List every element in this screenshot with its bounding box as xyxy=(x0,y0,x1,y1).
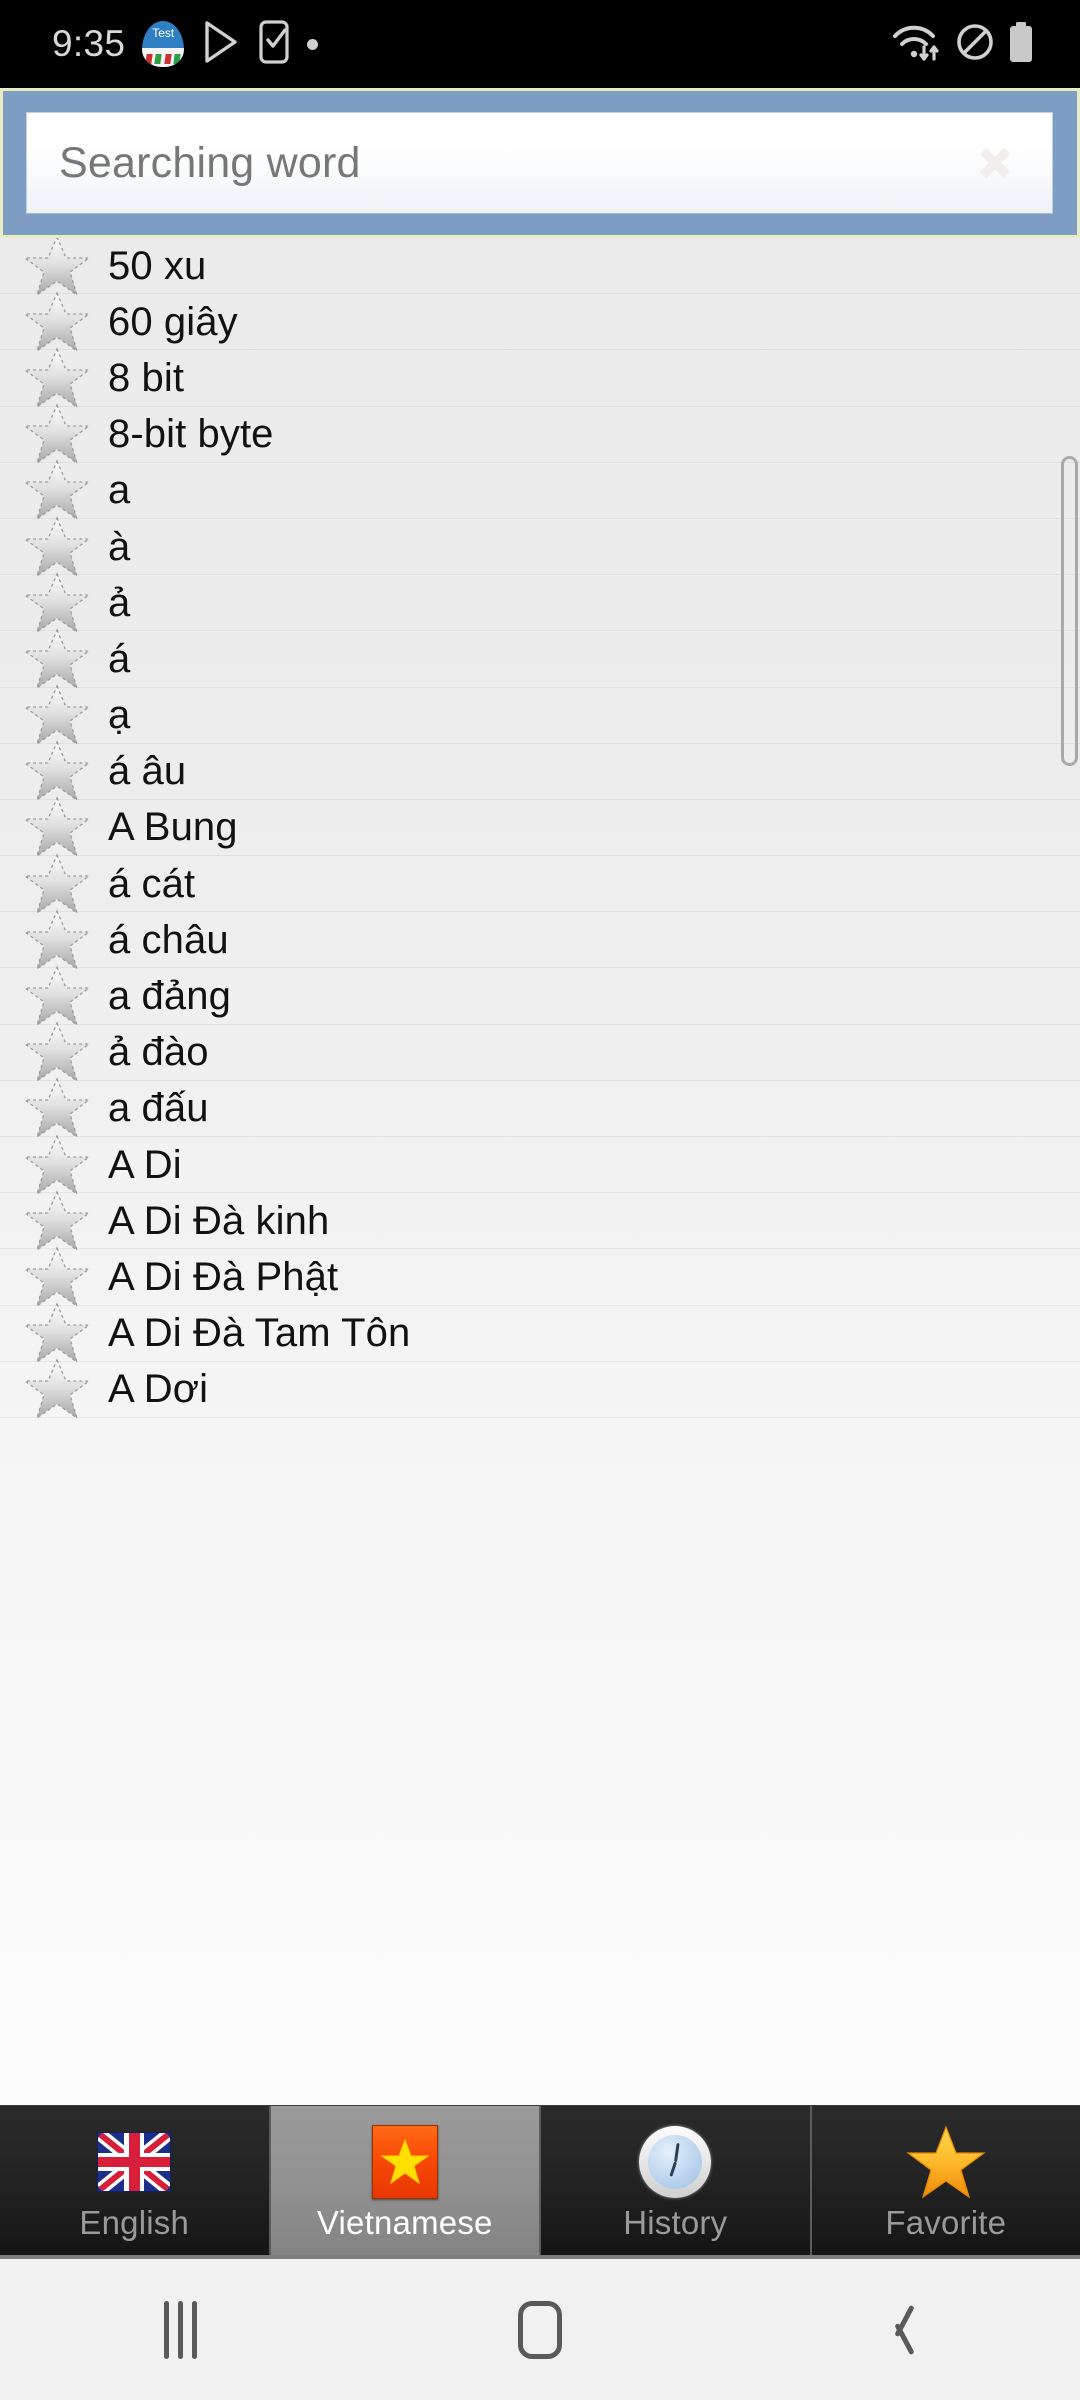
list-item-label: à xyxy=(108,524,131,569)
list-item-label: A Di xyxy=(108,1142,182,1187)
list-item[interactable]: A Dơi xyxy=(0,1358,1080,1420)
bottom-tab-bar: English Vietnamese History Favorite xyxy=(0,2105,1080,2255)
battery-icon xyxy=(1008,21,1034,68)
list-item-label: a xyxy=(108,468,131,513)
tab-favorite-label: Favorite xyxy=(885,2203,1007,2241)
tab-history[interactable]: History xyxy=(541,2106,812,2255)
back-icon[interactable] xyxy=(840,2280,960,2380)
recents-icon[interactable] xyxy=(120,2280,240,2380)
tab-history-label: History xyxy=(623,2203,728,2241)
list-item-label: á âu xyxy=(108,749,187,794)
status-bar-left: 9:35 Test xyxy=(52,19,319,69)
list-item[interactable]: 50 xu xyxy=(0,238,1080,297)
search-header: Searching word xyxy=(0,88,1080,238)
app-egg-icon: Test xyxy=(142,21,185,67)
app-root: 9:35 Test Searching word 50 xu 60 giây 8… xyxy=(0,0,1080,2400)
list-item[interactable]: A Di xyxy=(0,1133,1080,1196)
list-item[interactable]: ả xyxy=(0,572,1080,634)
list-item-label: 60 giây xyxy=(108,299,238,344)
list-item-label: á cát xyxy=(108,861,196,906)
dot-icon xyxy=(307,38,319,50)
wifi-transfer-icon xyxy=(890,21,942,68)
tab-vietnamese-label: Vietnamese xyxy=(316,2203,493,2241)
list-item[interactable]: A Di Đà Phật xyxy=(0,1246,1080,1308)
list-item[interactable]: ạ xyxy=(0,684,1080,746)
list-item[interactable]: a xyxy=(0,459,1080,521)
word-list[interactable]: 50 xu 60 giây 8 bit 8-bit byte a à ả á ạ… xyxy=(0,238,1080,2105)
list-item-label: a đảng xyxy=(108,974,231,1019)
list-item-label: á châu xyxy=(108,917,229,962)
list-item[interactable]: A Bung xyxy=(0,796,1080,859)
list-item-label: A Di Đà Tam Tôn xyxy=(108,1311,411,1356)
star-outline-icon xyxy=(23,1358,91,1420)
list-item-label: A Dơi xyxy=(108,1367,209,1412)
list-item[interactable]: A Di Đà kinh xyxy=(0,1190,1080,1252)
list-item[interactable]: A Di Đà Tam Tôn xyxy=(0,1302,1080,1364)
app-badge-text: Test xyxy=(152,26,175,40)
list-item-label: 8 bit xyxy=(108,355,185,400)
list-item[interactable]: à xyxy=(0,515,1080,578)
list-item-label: A Di Đà Phật xyxy=(108,1254,339,1299)
gold-star-icon xyxy=(905,2124,986,2198)
home-icon[interactable] xyxy=(480,2280,600,2380)
search-placeholder: Searching word xyxy=(59,138,361,187)
system-nav-bar xyxy=(0,2255,1080,2400)
tab-english-label: English xyxy=(79,2203,190,2241)
search-input[interactable]: Searching word xyxy=(26,112,1053,214)
list-item-label: ạ xyxy=(108,693,131,738)
list-item-label: a đấu xyxy=(108,1086,209,1131)
star-outline-icon[interactable] xyxy=(20,1354,94,1424)
list-item[interactable]: 8 bit xyxy=(0,347,1080,409)
list-scrollbar[interactable] xyxy=(1061,456,1078,766)
tab-favorite[interactable]: Favorite xyxy=(811,2106,1080,2255)
list-item[interactable]: 8-bit byte xyxy=(0,403,1080,465)
play-store-icon xyxy=(201,20,241,69)
list-item[interactable]: á châu xyxy=(0,909,1080,971)
list-item-label: ả xyxy=(108,580,131,625)
list-item-label: A Di Đà kinh xyxy=(108,1198,330,1243)
list-item-label: 8-bit byte xyxy=(108,412,274,457)
list-item[interactable]: á cát xyxy=(0,853,1080,915)
list-item[interactable]: á xyxy=(0,628,1080,690)
status-bar-right xyxy=(890,21,1052,68)
tab-english[interactable]: English xyxy=(0,2106,271,2255)
list-item[interactable]: a đảng xyxy=(0,965,1080,1027)
clock-icon xyxy=(639,2125,712,2198)
phone-check-icon xyxy=(258,19,290,69)
vietnam-flag-icon xyxy=(371,2124,438,2199)
tab-vietnamese[interactable]: Vietnamese xyxy=(270,2106,541,2255)
list-item-label: 50 xu xyxy=(108,243,207,288)
list-item[interactable]: ả đào xyxy=(0,1021,1080,1083)
status-bar: 9:35 Test xyxy=(0,0,1080,88)
list-item[interactable]: á âu xyxy=(0,740,1080,802)
list-item[interactable]: 60 giây xyxy=(0,291,1080,353)
do-not-disturb-icon xyxy=(955,22,995,67)
list-item-label: A Bung xyxy=(108,805,238,850)
status-bar-clock: 9:35 xyxy=(52,23,126,64)
list-item[interactable]: a đấu xyxy=(0,1077,1080,1140)
list-item-label: ả đào xyxy=(108,1030,209,1075)
uk-flag-icon xyxy=(97,2126,172,2198)
list-item-label: á xyxy=(108,636,131,681)
clear-octagon-icon[interactable] xyxy=(964,132,1026,194)
